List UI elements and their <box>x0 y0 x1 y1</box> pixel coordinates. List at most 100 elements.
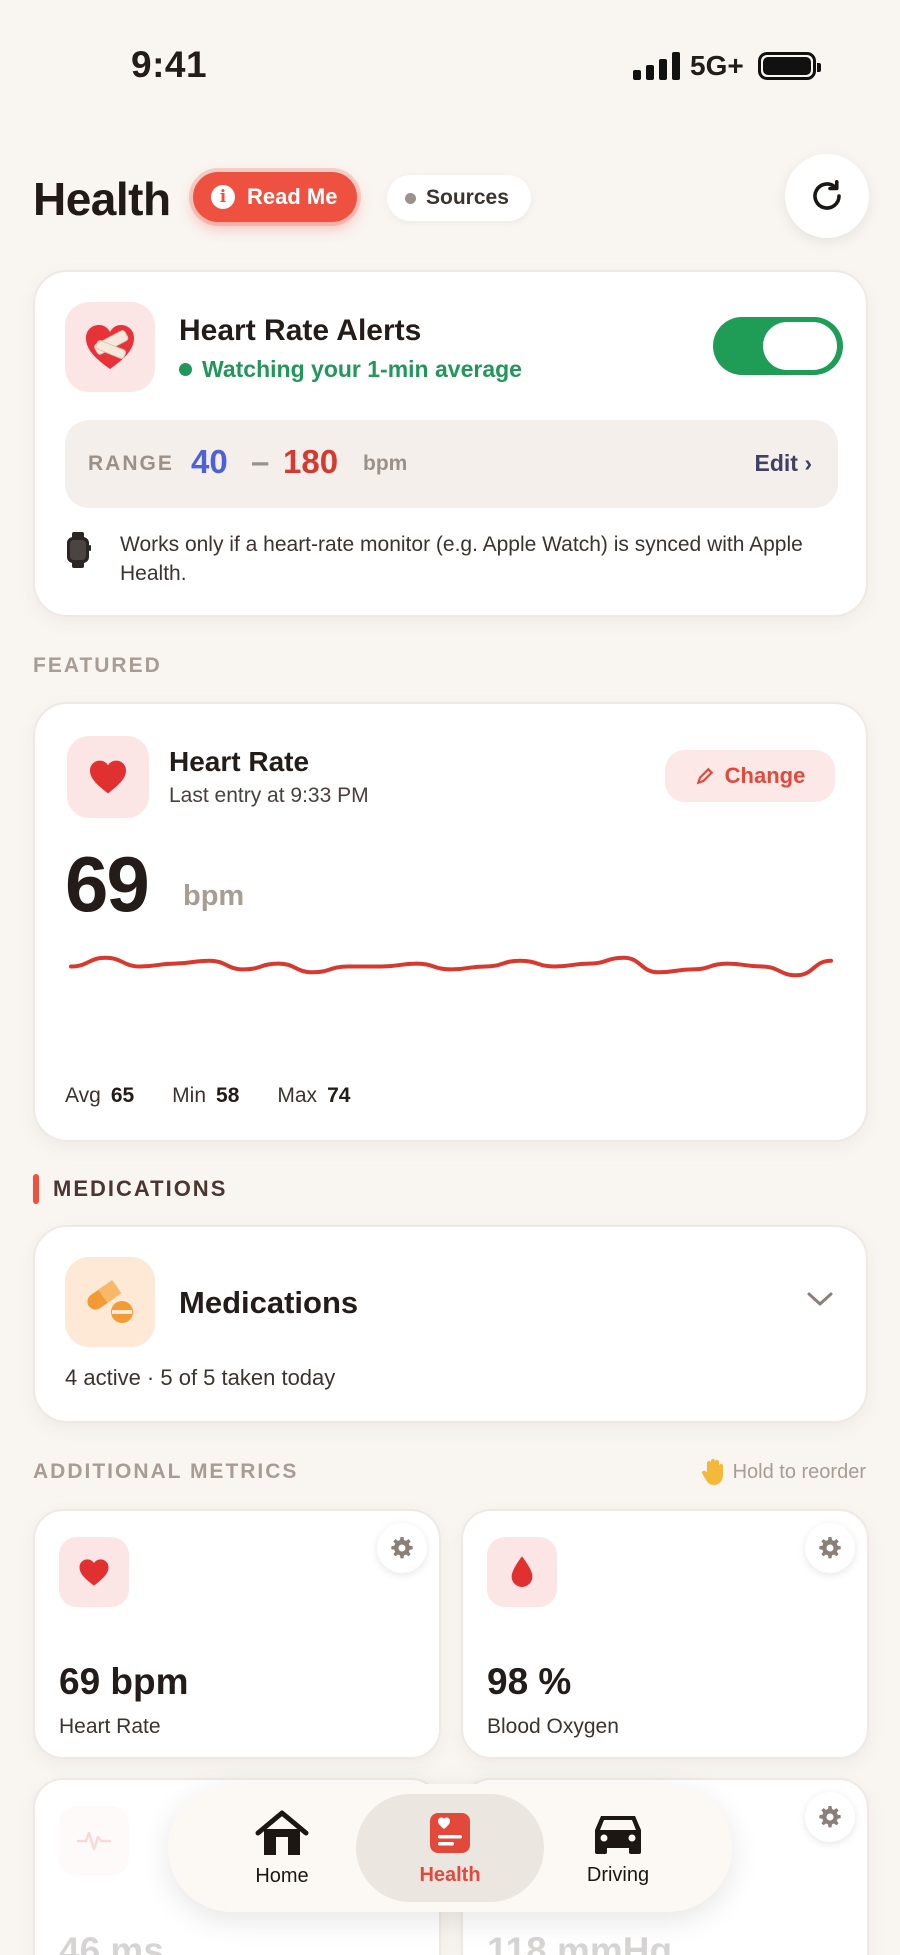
active-dot-icon <box>179 363 192 376</box>
edit-range-button[interactable]: Edit › <box>755 450 813 477</box>
medications-card[interactable]: Medications 4 active · 5 of 5 taken toda… <box>33 1225 868 1423</box>
chevron-down-icon[interactable] <box>806 1290 834 1308</box>
stat-label: Max <box>277 1084 318 1107</box>
read-me-label: Read Me <box>247 184 338 209</box>
refresh-button[interactable] <box>785 154 869 238</box>
featured-heart-rate-card[interactable]: Heart Rate Last entry at 9:33 PM Change … <box>33 702 868 1142</box>
metric-value: 118 mmHg <box>487 1930 673 1955</box>
sparkline-path <box>69 955 833 978</box>
alerts-note: Works only if a heart-rate monitor (e.g.… <box>120 533 803 585</box>
medications-title: Medications <box>179 1285 359 1320</box>
info-icon: i <box>211 185 235 209</box>
car-icon <box>595 1815 641 1854</box>
pulse-icon <box>77 1831 111 1851</box>
raised-hand-icon <box>701 1459 723 1485</box>
medications-summary: 4 active · 5 of 5 taken today <box>65 1365 336 1390</box>
cellular-signal-icon <box>633 52 680 80</box>
gear-icon <box>819 1806 841 1828</box>
network-type: 5G+ <box>690 50 744 81</box>
heart-rate-alerts-card: Heart Rate Alerts Watching your 1-min av… <box>33 270 868 617</box>
change-metric-button[interactable]: Change <box>665 750 835 802</box>
heart-rate-unit: bpm <box>183 880 245 912</box>
nav-item-driving[interactable]: Driving <box>524 1794 712 1902</box>
nav-label: Home <box>255 1864 309 1887</box>
metric-icon-container <box>59 1537 129 1607</box>
heart-rate-value: 69 <box>65 840 150 928</box>
metric-name: Heart Rate <box>59 1715 161 1738</box>
nav-label: Driving <box>586 1863 650 1886</box>
medications-section-text: MEDICATIONS <box>53 1176 228 1201</box>
metric-value: 69 bpm <box>59 1661 189 1702</box>
nav-item-home[interactable]: Home <box>188 1794 376 1902</box>
additional-metrics-label: ADDITIONAL METRICS <box>33 1460 299 1483</box>
change-label: Change <box>724 763 806 788</box>
pill-icon-container <box>65 1257 155 1347</box>
toggle-knob <box>763 322 837 370</box>
featured-section-label: FEATURED <box>33 654 162 677</box>
heart-icon <box>90 760 126 794</box>
reorder-hint-text: Hold to reorder <box>732 1460 866 1483</box>
watch-icon <box>67 532 91 568</box>
read-me-button[interactable]: i Read Me <box>193 172 358 222</box>
range-label: RANGE <box>88 452 174 475</box>
metric-icon-container <box>59 1806 129 1876</box>
featured-title: Heart Rate <box>169 746 310 777</box>
stat-max: Max 74 <box>277 1084 350 1108</box>
status-dot-icon <box>405 192 416 204</box>
metric-card-blood-oxygen[interactable]: 98 % Blood Oxygen <box>461 1509 869 1759</box>
alert-range: RANGE 40 – 180 bpm Edit › <box>65 420 838 508</box>
nav-label: Health <box>419 1863 481 1886</box>
metric-value: 46 ms <box>59 1930 164 1955</box>
sources-label: Sources <box>426 186 509 209</box>
status-bar: 9:41 5G+ <box>0 0 900 130</box>
stat-label: Min <box>172 1084 207 1107</box>
pills-icon <box>87 1280 133 1323</box>
alerts-toggle[interactable] <box>713 317 843 375</box>
status-time: 9:41 <box>131 44 208 85</box>
status-indicators: 5G+ <box>633 50 821 82</box>
sources-button[interactable]: Sources <box>387 175 531 221</box>
nav-item-health[interactable]: Health <box>356 1794 544 1902</box>
range-separator: – <box>251 443 270 480</box>
metric-settings-button[interactable] <box>805 1523 855 1573</box>
battery-icon <box>757 52 821 80</box>
section-accent-bar <box>33 1174 39 1204</box>
stat-min: Min 58 <box>172 1084 239 1108</box>
featured-subtitle: Last entry at 9:33 PM <box>169 784 369 807</box>
heart-icon-container <box>67 736 149 818</box>
metric-name: Blood Oxygen <box>487 1715 619 1738</box>
metric-icon-container <box>487 1537 557 1607</box>
heart-icon <box>79 1558 109 1586</box>
stat-value: 74 <box>327 1084 351 1107</box>
pencil-icon <box>696 767 713 785</box>
metric-settings-button[interactable] <box>805 1792 855 1842</box>
heart-rate-sparkline <box>69 955 833 978</box>
alerts-status-text: Watching your 1-min average <box>202 356 522 382</box>
stat-avg: Avg 65 <box>65 1084 134 1108</box>
gear-icon <box>819 1537 841 1559</box>
page-title: Health <box>33 173 171 225</box>
gear-icon <box>391 1537 413 1559</box>
health-card-icon <box>430 1812 470 1853</box>
home-icon <box>255 1810 309 1855</box>
alerts-status: Watching your 1-min average <box>179 356 522 383</box>
stat-label: Avg <box>65 1084 101 1107</box>
bandaged-heart-icon <box>86 325 134 369</box>
range-unit: bpm <box>363 452 408 475</box>
refresh-icon <box>813 179 841 210</box>
metric-settings-button[interactable] <box>377 1523 427 1573</box>
reorder-hint: Hold to reorder <box>701 1458 866 1486</box>
metric-card-heart-rate[interactable]: 69 bpm Heart Rate <box>33 1509 441 1759</box>
blood-drop-icon <box>511 1556 533 1587</box>
heart-rate-stats: Avg 65 Min 58 Max 74 <box>65 1084 350 1108</box>
stat-value: 58 <box>216 1084 240 1107</box>
range-max: 180 <box>283 443 339 480</box>
alert-icon-container <box>65 302 155 392</box>
page-header: Health i Read Me Sources <box>33 154 869 238</box>
stat-value: 65 <box>110 1084 135 1107</box>
medications-section-label: MEDICATIONS <box>33 1174 227 1204</box>
metric-value: 98 % <box>487 1661 572 1702</box>
range-min: 40 <box>191 443 228 480</box>
bottom-nav: Home Health Driving <box>168 1784 732 1912</box>
alerts-title: Heart Rate Alerts <box>179 314 422 347</box>
